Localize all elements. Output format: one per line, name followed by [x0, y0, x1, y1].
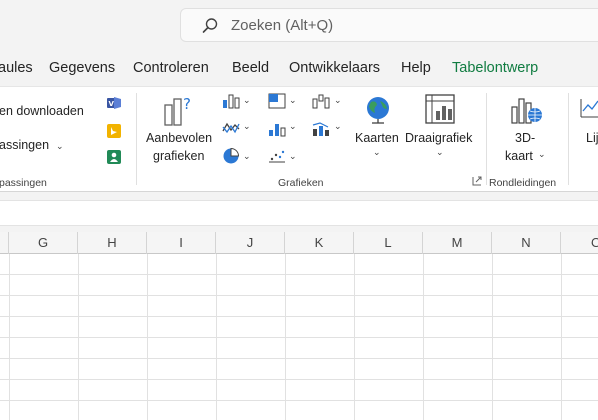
- waterfall-chart-icon[interactable]: [312, 93, 330, 109]
- column-chart-chevron-icon[interactable]: ⌄: [243, 95, 251, 106]
- search-icon: [202, 18, 218, 33]
- column-header-g[interactable]: G: [9, 232, 78, 254]
- column-headers: G H I J K L M N O: [0, 232, 598, 254]
- column-header-j[interactable]: J: [216, 232, 285, 254]
- tab-controleren[interactable]: Controleren: [133, 60, 209, 76]
- line-chart-chevron-icon[interactable]: ⌄: [243, 121, 251, 132]
- tab-tabelontwerp[interactable]: Tabelontwerp: [452, 60, 538, 76]
- tab-help[interactable]: Help: [401, 60, 431, 76]
- pie-chart-chevron-icon[interactable]: ⌄: [243, 151, 251, 162]
- column-header-h[interactable]: H: [78, 232, 147, 254]
- recommended-charts-icon[interactable]: ?: [162, 93, 198, 127]
- column-header-partial[interactable]: [0, 232, 9, 254]
- column-chart-icon[interactable]: [222, 93, 240, 109]
- title-bar: Zoeken (Alt+Q): [0, 0, 598, 52]
- tours-group-label: Rondleidingen: [489, 177, 557, 189]
- line-chart-icon[interactable]: [222, 121, 240, 135]
- group-separator: [136, 93, 137, 185]
- tab-formules[interactable]: aules: [0, 60, 33, 76]
- search-placeholder: Zoeken (Alt+Q): [231, 17, 334, 34]
- sparkline-line-label[interactable]: Lijn: [586, 131, 598, 145]
- grid-line: [0, 316, 598, 317]
- hierarchy-chart-chevron-icon[interactable]: ⌄: [289, 95, 297, 106]
- grid-line: [0, 379, 598, 380]
- addins-group-label: passingen: [0, 177, 47, 189]
- pivot-chart-label[interactable]: Draaigrafiek: [405, 131, 472, 145]
- grid-line: [0, 358, 598, 359]
- tab-beeld[interactable]: Beeld: [232, 60, 269, 76]
- grid-line: [0, 274, 598, 275]
- tab-ontwikkelaars[interactable]: Ontwikkelaars: [289, 60, 380, 76]
- column-header-o[interactable]: O: [561, 232, 598, 254]
- combo-chart-chevron-icon[interactable]: ⌄: [334, 121, 342, 132]
- column-header-m[interactable]: M: [423, 232, 492, 254]
- group-separator: [568, 93, 569, 185]
- bing-icon[interactable]: [106, 123, 122, 139]
- 3d-map-icon[interactable]: [508, 93, 544, 125]
- recommended-charts-label-2: grafieken: [153, 149, 205, 163]
- statistic-chart-chevron-icon[interactable]: ⌄: [289, 121, 297, 132]
- grid-line: [0, 337, 598, 338]
- recommended-charts-label-1: Aanbevolen: [146, 131, 213, 145]
- visio-icon[interactable]: V: [106, 95, 122, 111]
- column-header-l[interactable]: L: [354, 232, 423, 254]
- globe-map-icon[interactable]: [362, 93, 394, 125]
- scatter-chart-icon[interactable]: [268, 149, 286, 163]
- tab-gegevens[interactable]: Gegevens: [49, 60, 115, 76]
- group-separator: [486, 93, 487, 185]
- 3d-map-label-1: 3D-: [515, 131, 536, 145]
- 3d-map-label-2[interactable]: kaart: [505, 149, 533, 163]
- maps-chevron-icon[interactable]: ⌄: [373, 147, 381, 158]
- pivot-chart-chevron-icon[interactable]: ⌄: [436, 147, 444, 158]
- sparkline-line-icon[interactable]: [580, 97, 598, 119]
- formula-bar[interactable]: [0, 200, 598, 226]
- svg-text:V: V: [109, 100, 115, 108]
- my-addins-button[interactable]: assingen: [0, 138, 49, 152]
- waterfall-chart-chevron-icon[interactable]: ⌄: [334, 95, 342, 106]
- scatter-chart-chevron-icon[interactable]: ⌄: [289, 151, 297, 162]
- search-box[interactable]: Zoeken (Alt+Q): [180, 8, 598, 42]
- combo-chart-icon[interactable]: [312, 121, 330, 137]
- grid-line: [0, 295, 598, 296]
- grid-line: [0, 400, 598, 401]
- 3d-map-chevron-icon[interactable]: ⌄: [538, 149, 546, 160]
- column-header-k[interactable]: K: [285, 232, 354, 254]
- hierarchy-chart-icon[interactable]: [268, 93, 286, 109]
- people-graph-icon[interactable]: [106, 149, 122, 165]
- cell-grid[interactable]: [0, 254, 598, 420]
- pivot-chart-icon[interactable]: [424, 93, 456, 125]
- maps-label[interactable]: Kaarten: [355, 131, 399, 145]
- ribbon: en downloaden assingen ⌄ V passingen ? A…: [0, 86, 598, 192]
- chevron-down-icon[interactable]: ⌄: [56, 141, 64, 152]
- charts-group-label: Grafieken: [278, 177, 324, 189]
- statistic-chart-icon[interactable]: [268, 121, 286, 137]
- ribbon-tabs: aules Gegevens Controleren Beeld Ontwikk…: [0, 54, 598, 84]
- pie-chart-icon[interactable]: [222, 147, 240, 165]
- get-addins-button[interactable]: en downloaden: [0, 104, 84, 118]
- column-header-n[interactable]: N: [492, 232, 561, 254]
- dialog-launcher-icon[interactable]: [472, 176, 482, 186]
- svg-text:?: ?: [183, 95, 191, 113]
- column-header-i[interactable]: I: [147, 232, 216, 254]
